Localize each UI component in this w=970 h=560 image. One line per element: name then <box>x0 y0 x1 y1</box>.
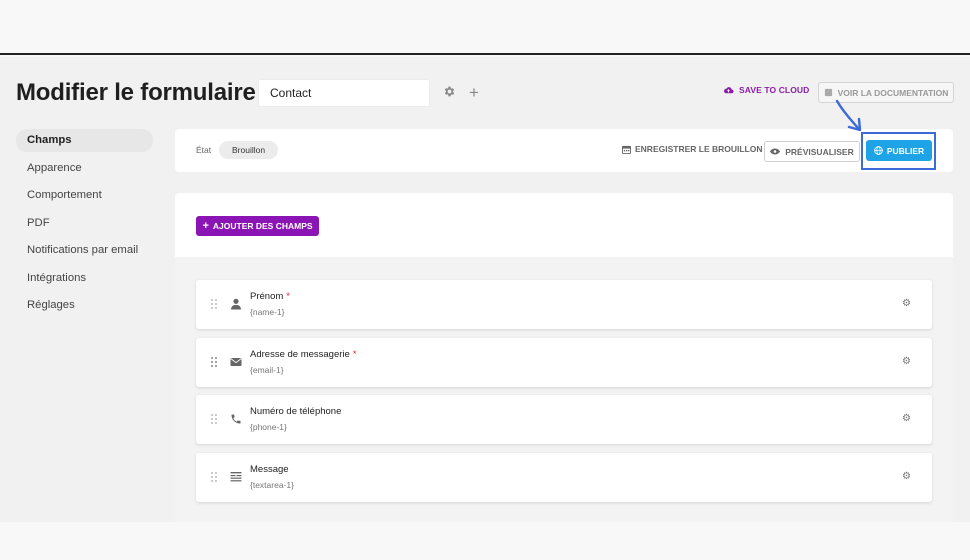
bottom-band <box>0 522 970 560</box>
sidebar-item-pdf[interactable]: PDF <box>16 212 153 235</box>
gear-icon[interactable] <box>441 85 457 101</box>
required-marker: * <box>352 349 357 360</box>
field-label: Prénom * <box>250 291 290 302</box>
cloud-upload-icon <box>724 86 734 93</box>
plus-icon: + <box>202 219 209 232</box>
fields-panel: + AJOUTER DES CHAMPS Prénom * {name-1} ⚙ … <box>175 193 953 522</box>
documentation-label: VOIR LA DOCUMENTATION <box>837 87 949 98</box>
fields-list: Prénom * {name-1} ⚙ Adresse de messagerie… <box>175 257 953 522</box>
preview-label: PRÉVISUALISER <box>785 146 854 157</box>
field-label: Message <box>250 464 292 475</box>
field-label-text: Numéro de téléphone <box>250 406 342 417</box>
arrow-pointer-icon <box>835 99 862 132</box>
drag-handle-icon[interactable] <box>210 298 218 310</box>
sidebar-item-comportement[interactable]: Comportement <box>16 184 153 207</box>
status-badge: Brouillon <box>219 141 279 159</box>
field-row-phone[interactable]: Numéro de téléphone {phone-1} ⚙ <box>196 395 932 444</box>
required-marker: * <box>286 291 290 302</box>
sidebar-item-apparence[interactable]: Apparence <box>16 157 153 180</box>
status-bar: État Brouillon ENREGISTRER LE BROUILLON … <box>175 129 953 172</box>
field-name: {email-1} <box>250 365 284 375</box>
field-label: Adresse de messagerie * <box>250 349 357 360</box>
envelope-icon <box>230 358 242 366</box>
drag-handle-icon[interactable] <box>210 413 218 425</box>
sidebar-item-champs[interactable]: Champs <box>16 129 153 152</box>
eye-icon <box>770 148 781 155</box>
field-label-text: Message <box>250 464 289 475</box>
field-label: Numéro de téléphone <box>250 406 344 417</box>
page-title: Modifier le formulaire <box>16 79 256 106</box>
add-fields-label: AJOUTER DES CHAMPS <box>212 221 313 231</box>
publish-button[interactable]: PUBLIER <box>866 140 932 161</box>
save-to-cloud-button[interactable]: SAVE TO CLOUD <box>723 85 809 95</box>
publish-label: PUBLIER <box>886 145 925 156</box>
form-name-input[interactable] <box>258 79 430 107</box>
save-draft-button[interactable]: ENREGISTRER LE BROUILLON <box>622 144 763 154</box>
gear-icon[interactable]: ⚙ <box>901 413 912 424</box>
save-draft-label: ENREGISTRER LE BROUILLON <box>635 144 763 154</box>
sidebar-item-integrations[interactable]: Intégrations <box>16 267 153 290</box>
book-icon <box>824 88 832 97</box>
field-name: {name-1} <box>250 307 285 317</box>
plus-icon[interactable]: + <box>466 84 482 101</box>
sidebar-item-notifications[interactable]: Notifications par email <box>16 239 153 262</box>
field-row-message[interactable]: Message {textarea-1} ⚙ <box>196 453 932 502</box>
sidebar-item-reglages[interactable]: Réglages <box>16 294 153 317</box>
form-editor: Modifier le formulaire + SAVE TO CLOUD V… <box>0 57 970 522</box>
gear-icon[interactable]: ⚙ <box>901 298 912 309</box>
save-to-cloud-label: SAVE TO CLOUD <box>739 85 810 95</box>
field-name: {phone-1} <box>250 422 287 432</box>
add-fields-button[interactable]: + AJOUTER DES CHAMPS <box>196 216 319 236</box>
field-row-email[interactable]: Adresse de messagerie * {email-1} ⚙ <box>196 338 932 387</box>
state-label: État <box>196 145 212 155</box>
gear-icon[interactable]: ⚙ <box>901 356 912 367</box>
preview-button[interactable]: PRÉVISUALISER <box>764 141 860 162</box>
person-icon <box>231 298 241 310</box>
drag-handle-icon[interactable] <box>210 471 218 483</box>
sidebar-nav: Champs Apparence Comportement PDF Notifi… <box>16 129 153 322</box>
gear-icon[interactable]: ⚙ <box>901 471 912 482</box>
globe-icon <box>874 146 883 155</box>
phone-icon <box>231 414 241 424</box>
drag-handle-icon[interactable] <box>210 356 218 368</box>
top-band <box>0 0 970 55</box>
field-label-text: Adresse de messagerie <box>250 349 350 360</box>
field-label-text: Prénom <box>250 291 284 302</box>
textarea-icon <box>230 472 242 482</box>
field-row-prenom[interactable]: Prénom * {name-1} ⚙ <box>196 280 932 329</box>
field-name: {textarea-1} <box>250 480 294 490</box>
calendar-icon <box>622 145 631 154</box>
